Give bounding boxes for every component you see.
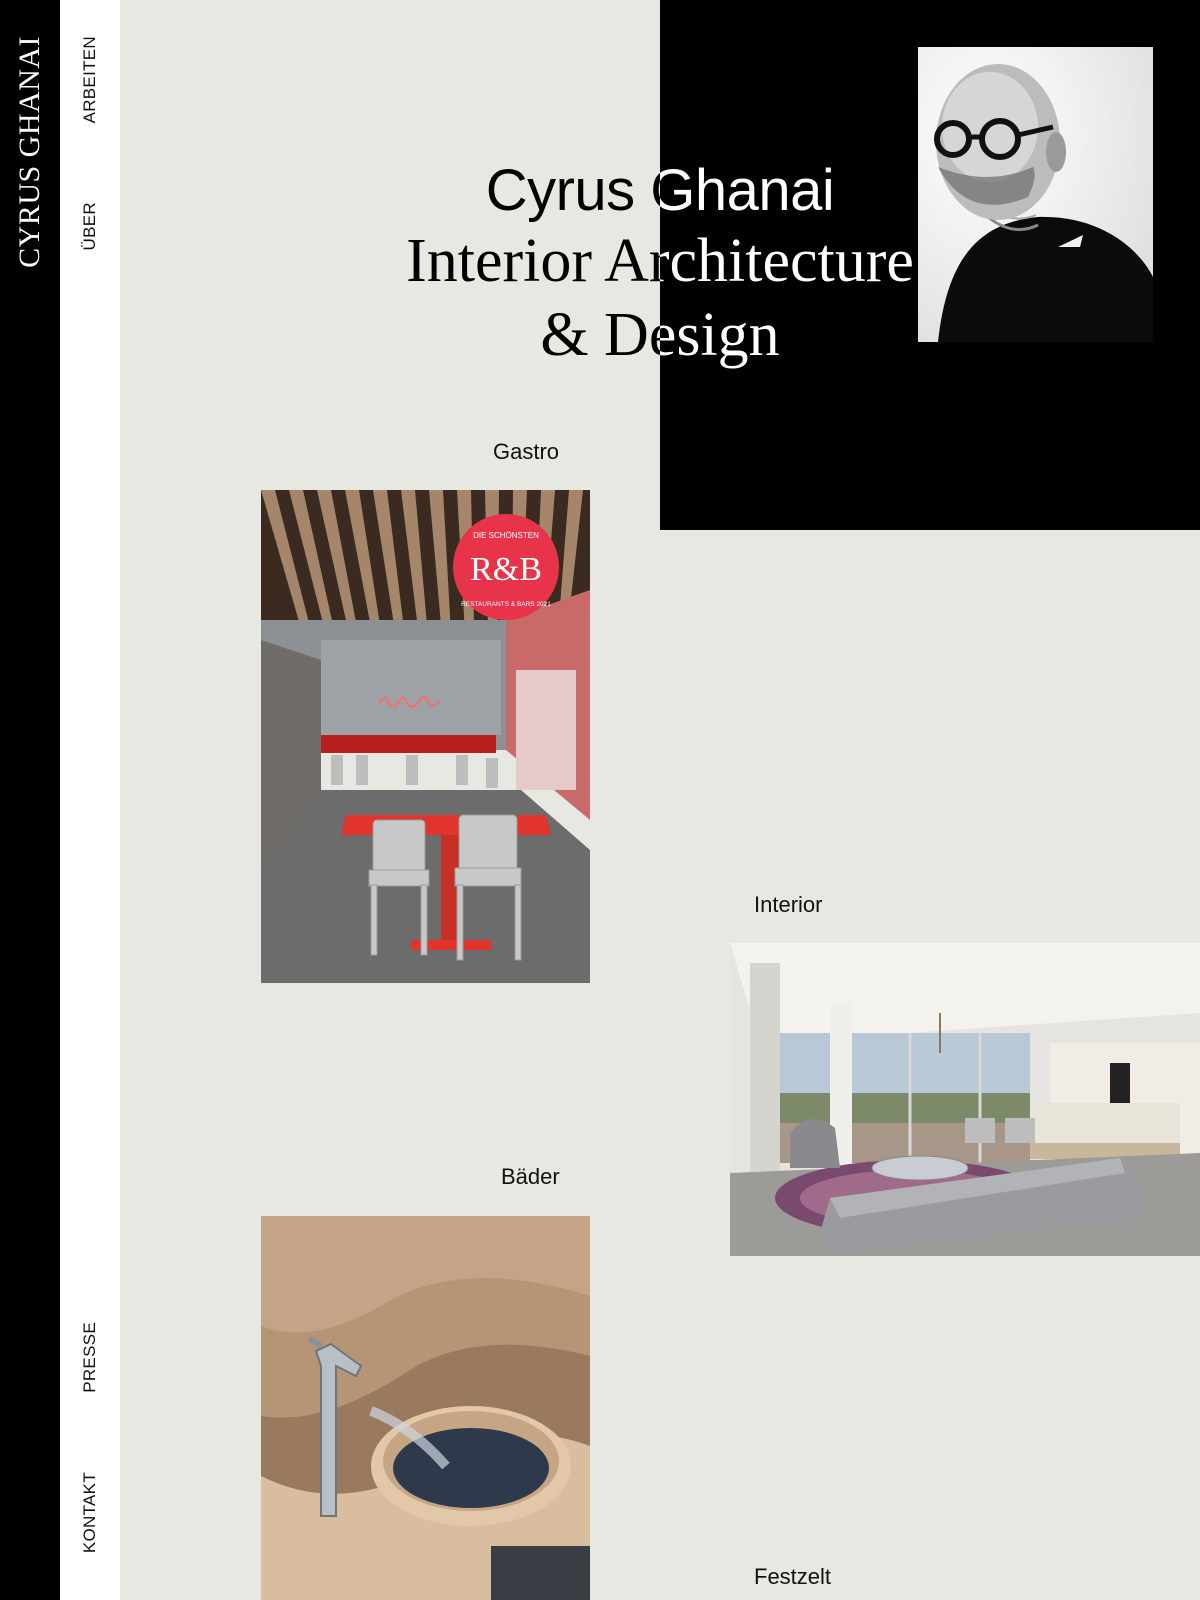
nav-item-label: KONTAKT (80, 1472, 99, 1554)
badge-top-text: DIE SCHÖNSTEN (473, 531, 539, 540)
brand-logo[interactable]: CYRUS GHANAI (12, 36, 48, 276)
nav-item-kontakt[interactable]: KONTAKT (60, 1472, 120, 1553)
project-image-baeder[interactable] (261, 1216, 590, 1600)
hero-tagline-line2: & Design (360, 298, 960, 372)
hero-name: Cyrus Ghanai (360, 158, 960, 224)
nav-item-arbeiten[interactable]: ARBEITEN (60, 36, 120, 123)
nav-item-ueber[interactable]: ÜBER (60, 202, 120, 250)
brand-name: CYRUS GHANAI (13, 36, 46, 268)
project-image-interior[interactable] (730, 943, 1200, 1256)
badge-bottom-text: RESTAURANTS & BARS 2021 (461, 601, 551, 608)
badge-mark: R&B (470, 551, 542, 588)
category-label-interior[interactable]: Interior (754, 892, 822, 918)
brand-sidebar: CYRUS GHANAI (0, 0, 60, 1600)
nav-item-label: ARBEITEN (80, 36, 99, 124)
category-label-gastro[interactable]: Gastro (493, 439, 559, 465)
nav-item-label: PRESSE (80, 1322, 99, 1393)
side-navigation: ARBEITEN ÜBER PRESSE KONTAKT (60, 0, 120, 1600)
project-image-gastro[interactable]: R&B DIE SCHÖNSTEN RESTAURANTS & BARS 202… (261, 490, 590, 983)
hero-tagline-line1: Interior Architecture (360, 224, 960, 298)
category-label-festzelt[interactable]: Festzelt (754, 1564, 831, 1590)
category-label-baeder[interactable]: Bäder (501, 1164, 560, 1190)
nav-item-presse[interactable]: PRESSE (60, 1322, 120, 1393)
hero-title-block: Cyrus Ghanai Interior Architecture & Des… (360, 158, 960, 372)
nav-item-label: ÜBER (80, 202, 99, 251)
